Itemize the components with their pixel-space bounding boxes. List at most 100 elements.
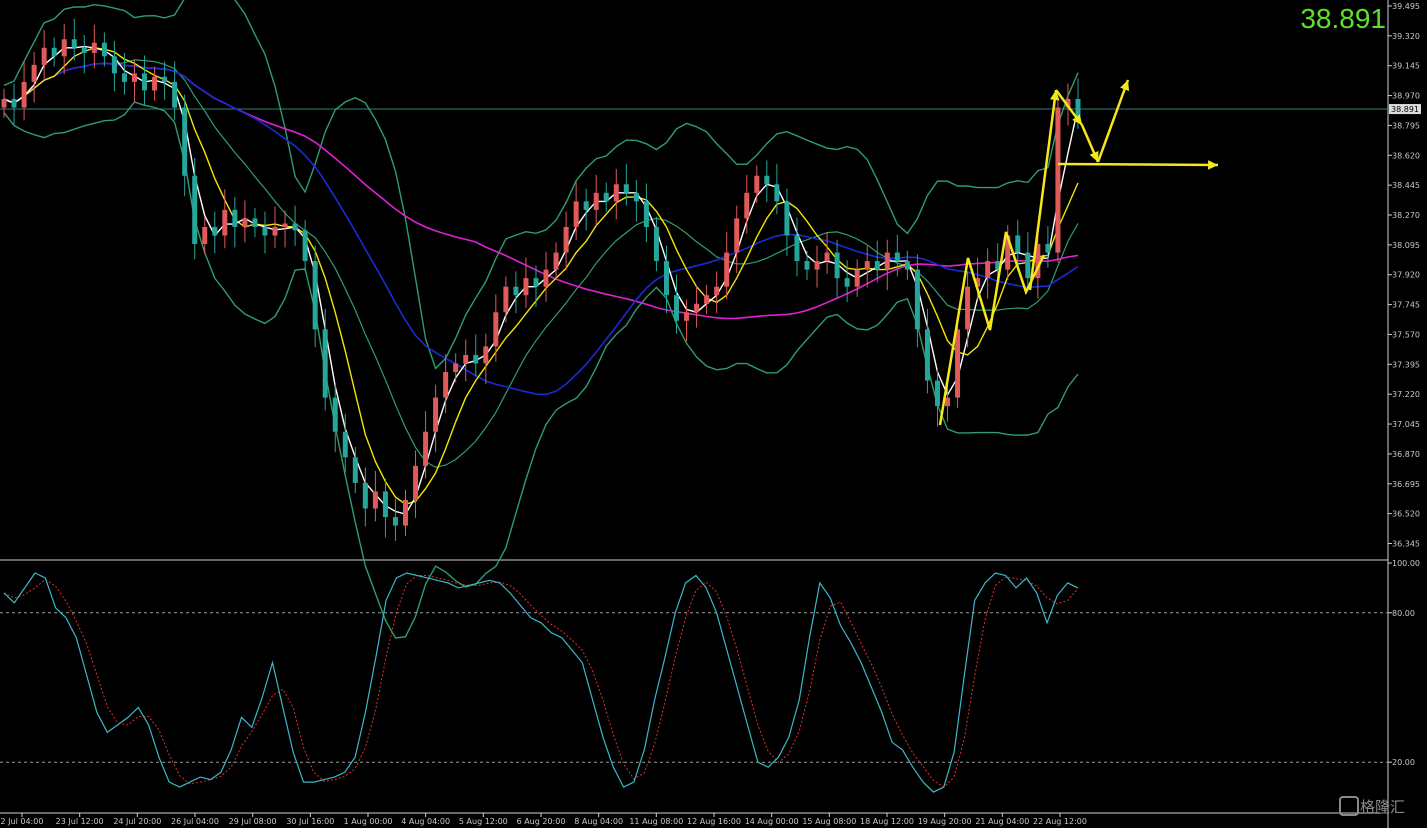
- candle-body: [623, 184, 629, 193]
- candle-body: [81, 47, 87, 53]
- time-tick-label: 18 Aug 12:00: [860, 817, 914, 826]
- price-tick-label: 38.620: [1392, 151, 1420, 160]
- candle-body: [322, 329, 328, 398]
- candle-body: [784, 201, 790, 236]
- candle-body: [503, 286, 509, 313]
- candle-body: [41, 47, 47, 65]
- price-tick-label: 36.870: [1392, 450, 1420, 459]
- current-price-label: 38.891: [1391, 105, 1419, 114]
- candle-body: [543, 269, 549, 287]
- candle-body: [694, 303, 700, 313]
- price-tick-label: 37.570: [1392, 330, 1420, 339]
- candle-body: [252, 218, 258, 227]
- candle-body: [904, 261, 910, 270]
- price-tick-label: 38.270: [1392, 211, 1420, 220]
- candle-body: [844, 278, 850, 287]
- candle-body: [663, 261, 669, 296]
- candle-body: [372, 491, 378, 509]
- time-tick-label: 29 Jul 08:00: [229, 817, 277, 826]
- candle-body: [854, 269, 860, 287]
- price-tick-label: 37.920: [1392, 271, 1420, 280]
- candle-body: [493, 312, 499, 347]
- time-tick-label: 30 Jul 16:00: [286, 817, 334, 826]
- candle-body: [91, 42, 97, 53]
- candle-body: [232, 209, 238, 227]
- price-tick-label: 37.745: [1392, 301, 1420, 310]
- candle-body: [573, 201, 579, 227]
- candle-body: [724, 252, 730, 287]
- candle-body: [934, 380, 940, 407]
- time-tick-label: 1 Aug 00:00: [344, 817, 393, 826]
- candle-body: [653, 226, 659, 262]
- candle-body: [804, 261, 810, 270]
- candle-body: [593, 192, 599, 210]
- time-tick-label: 21 Aug 04:00: [975, 817, 1029, 826]
- time-tick-label: 24 Jul 20:00: [113, 817, 161, 826]
- candle-body: [101, 42, 107, 57]
- candle-body: [202, 226, 208, 245]
- candle-body: [603, 192, 609, 202]
- candle-body: [674, 295, 680, 321]
- stoch-tick-label: 20.00: [1392, 758, 1415, 767]
- watermark-text: 格隆汇: [1360, 798, 1405, 816]
- candle-body: [774, 184, 780, 202]
- price-tick-label: 37.045: [1392, 420, 1420, 429]
- candle-body: [874, 261, 880, 270]
- time-tick-label: 23 Jul 12:00: [56, 817, 104, 826]
- candle-body: [704, 295, 710, 304]
- candle-body: [814, 261, 820, 270]
- candle-body: [714, 286, 720, 296]
- candle-body: [684, 312, 690, 321]
- candle-body: [152, 76, 158, 91]
- candle-body: [744, 192, 750, 219]
- candle-body: [402, 499, 408, 526]
- candle-body: [613, 184, 619, 202]
- arrow-shaft: [1057, 162, 1219, 167]
- price-tick-label: 39.145: [1392, 62, 1420, 71]
- price-tick-label: 36.695: [1392, 480, 1420, 489]
- candle-body: [513, 286, 519, 296]
- candle-body: [754, 175, 760, 193]
- candle-body: [192, 175, 198, 245]
- stoch-tick-label: 100.00: [1392, 559, 1420, 568]
- candle-body: [1045, 244, 1051, 253]
- time-tick-label: 4 Aug 04:00: [401, 817, 450, 826]
- candle-body: [292, 223, 298, 231]
- candle-body: [1055, 107, 1061, 253]
- candle-body: [563, 226, 569, 253]
- candle-body: [633, 192, 639, 202]
- candle-body: [734, 218, 740, 253]
- candle-body: [764, 175, 770, 185]
- candle-body: [553, 252, 559, 270]
- candle-body: [111, 56, 117, 74]
- time-tick-label: 12 Aug 16:00: [687, 817, 741, 826]
- candle-body: [945, 397, 951, 407]
- time-tick-label: 22 Aug 12:00: [1033, 817, 1087, 826]
- candle-body: [583, 201, 589, 210]
- candle-body: [182, 107, 188, 176]
- candle-body: [914, 269, 920, 330]
- candle-body: [523, 278, 529, 296]
- candle-body: [131, 73, 137, 82]
- candle-body: [965, 286, 971, 330]
- candle-body: [864, 261, 870, 270]
- candle-body: [142, 73, 148, 91]
- price-tick-label: 36.520: [1392, 510, 1420, 519]
- candle-body: [392, 517, 398, 526]
- candle-body: [382, 491, 388, 518]
- candle-body: [312, 261, 318, 330]
- price-tick-label: 36.345: [1392, 539, 1420, 548]
- candle-body: [824, 252, 830, 262]
- candle-body: [61, 39, 67, 57]
- price-tick-label: 38.445: [1392, 181, 1420, 190]
- candle-body: [302, 230, 308, 262]
- candle-body: [342, 431, 348, 458]
- candle-body: [362, 482, 368, 509]
- price-tick-label: 37.395: [1392, 360, 1420, 369]
- candle-body: [242, 218, 248, 227]
- candle-body: [1025, 252, 1031, 279]
- time-tick-label: 14 Aug 00:00: [745, 817, 799, 826]
- time-tick-label: 19 Aug 20:00: [918, 817, 972, 826]
- time-tick-label: 15 Aug 08:00: [802, 817, 856, 826]
- candle-body: [483, 346, 489, 364]
